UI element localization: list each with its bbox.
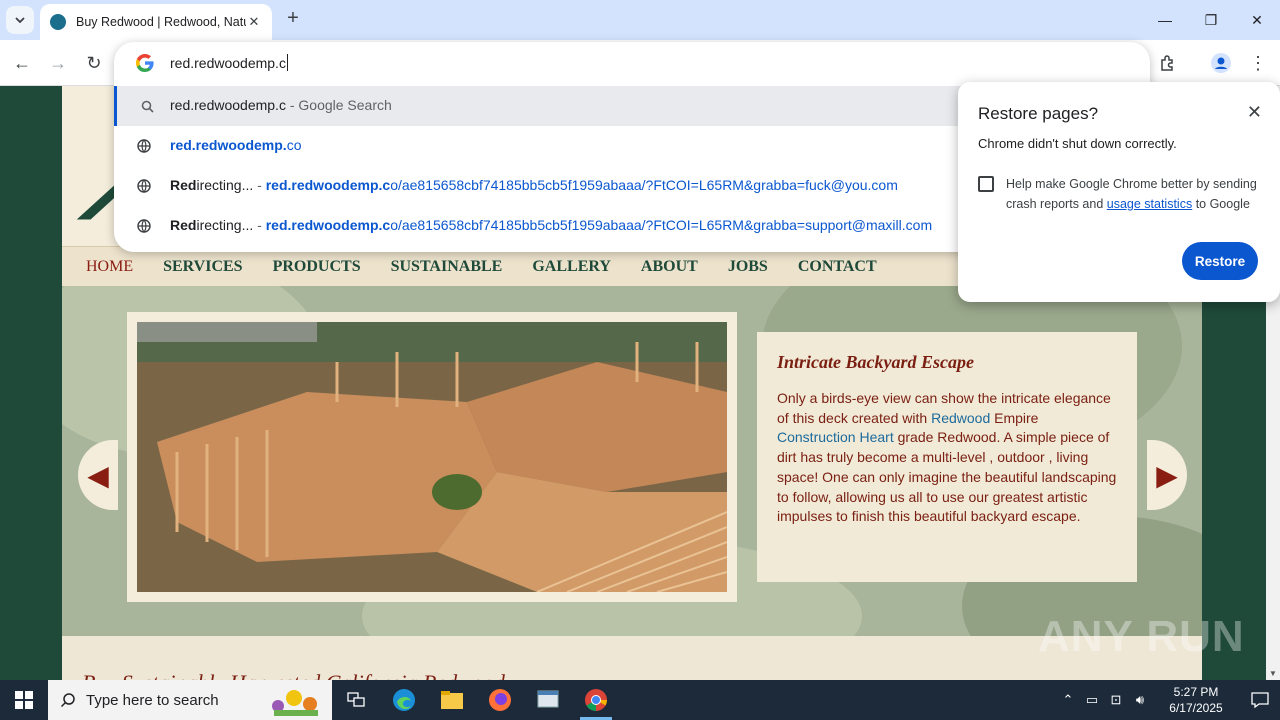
section-heading: Buy Sustainably Harvested California Red… xyxy=(82,670,505,680)
notification-icon[interactable] xyxy=(1240,680,1280,720)
suggestion-text: red.redwoodemp.c xyxy=(170,97,286,113)
tab-strip: Buy Redwood | Redwood, Natu ✕ + — ❐ ✕ xyxy=(0,0,1280,40)
volume-icon[interactable]: 🔊︎ xyxy=(1128,680,1152,720)
slide-title: Intricate Backyard Escape xyxy=(777,352,974,372)
slide-photo-frame xyxy=(127,312,737,602)
content-section: Buy Sustainably Harvested California Red… xyxy=(62,636,1202,680)
close-tab-icon[interactable]: ✕ xyxy=(246,14,262,30)
anyrun-watermark: ANY RUN xyxy=(1038,612,1245,661)
dialog-subtitle: Chrome didn't shut down correctly. xyxy=(978,136,1177,151)
suggestion-title-bold: Red xyxy=(170,217,197,233)
windows-taskbar: Type here to search ⌃ ▭ ⊡ 🔊︎ 5:27 PM 6/1… xyxy=(0,680,1280,720)
minimize-button[interactable]: — xyxy=(1142,0,1188,40)
extensions-icon[interactable] xyxy=(1154,49,1182,77)
network-icon[interactable]: ⊡ xyxy=(1104,680,1128,720)
suggestion-separator: - xyxy=(253,217,266,233)
flowers-decoration-icon xyxy=(272,690,318,716)
suggestion-url-bold: red.redwoodemp.c xyxy=(265,217,391,233)
suggestion-title: irecting... xyxy=(196,177,254,193)
slide-description: Only a birds-eye view can show the intri… xyxy=(777,389,1117,527)
restore-button[interactable]: Restore xyxy=(1182,242,1258,280)
crash-report-checkbox[interactable] xyxy=(978,176,994,192)
checkbox-label-text-end: to Google xyxy=(1192,197,1250,211)
suggestion-title-bold: Red xyxy=(170,177,197,193)
reload-button[interactable]: ↻ xyxy=(80,49,108,77)
taskbar-search[interactable]: Type here to search xyxy=(48,680,332,720)
nav-sustainable[interactable]: SUSTAINABLE xyxy=(391,258,503,276)
chevron-down-icon xyxy=(15,17,25,24)
forward-button[interactable]: → xyxy=(44,49,72,77)
nav-home[interactable]: HOME xyxy=(86,258,133,276)
restore-pages-dialog: Restore pages? ✕ Chrome didn't shut down… xyxy=(958,82,1280,302)
nav-jobs[interactable]: JOBS xyxy=(728,258,768,276)
search-icon xyxy=(60,693,75,708)
suggestion-url-bold: red.redwoodemp. xyxy=(170,137,287,153)
back-button[interactable]: ← xyxy=(8,49,36,77)
site-favicon-icon xyxy=(50,14,66,30)
address-bar-input[interactable]: red.redwoodemp.c xyxy=(170,54,288,71)
globe-icon xyxy=(136,178,152,194)
menu-kebab-icon[interactable]: ⋮ xyxy=(1244,49,1272,77)
suggestion-suffix: - Google Search xyxy=(285,97,392,113)
globe-icon xyxy=(136,138,152,154)
device-icon[interactable]: ▭ xyxy=(1080,680,1104,720)
checkbox-label: Help make Google Chrome better by sendin… xyxy=(1006,174,1266,214)
file-explorer-icon[interactable] xyxy=(428,680,476,720)
slider-next-button[interactable]: ▶ xyxy=(1147,440,1187,510)
suggestion-separator: - xyxy=(253,177,266,193)
dialog-title: Restore pages? xyxy=(978,104,1099,123)
nav-services[interactable]: SERVICES xyxy=(163,258,242,276)
slide-text: Empire xyxy=(990,409,1039,426)
scroll-down-arrow-icon[interactable]: ▼ xyxy=(1269,669,1277,678)
clock[interactable]: 5:27 PM 6/17/2025 xyxy=(1152,684,1240,716)
usage-statistics-link[interactable]: usage statistics xyxy=(1107,197,1192,211)
suggestion-url-bold: red.redwoodemp.c xyxy=(265,177,391,193)
search-placeholder: Type here to search xyxy=(86,691,219,709)
profile-avatar-icon[interactable] xyxy=(1207,49,1235,77)
nav-about[interactable]: ABOUT xyxy=(641,258,698,276)
chrome-icon[interactable] xyxy=(572,680,620,720)
redwood-link[interactable]: Redwood xyxy=(931,410,990,426)
suggestion-url-rest: o/ae815658cbf74185bb5cb5f1959abaaa/?FtCO… xyxy=(390,177,898,193)
windows-logo-icon xyxy=(15,691,33,709)
hero-slider: ◀ Intricate Backyard Escape Only a birds… xyxy=(62,286,1202,636)
close-window-button[interactable]: ✕ xyxy=(1234,0,1280,40)
search-icon xyxy=(139,98,155,114)
suggestion-url-rest: co xyxy=(286,137,302,153)
restore-window-button[interactable]: ❐ xyxy=(1188,0,1234,40)
slider-prev-button[interactable]: ◀ xyxy=(78,440,118,510)
google-g-icon xyxy=(136,54,154,72)
deck-photo xyxy=(137,322,727,592)
start-button[interactable] xyxy=(0,680,48,720)
suggestion-title: irecting... xyxy=(196,217,254,233)
edge-icon[interactable] xyxy=(380,680,428,720)
system-tray: ⌃ ▭ ⊡ 🔊︎ 5:27 PM 6/17/2025 xyxy=(1056,680,1280,720)
task-view-icon[interactable] xyxy=(332,680,380,720)
slide-caption: Intricate Backyard Escape Only a birds-e… xyxy=(757,332,1137,582)
app-window-icon[interactable] xyxy=(524,680,572,720)
close-icon[interactable]: ✕ xyxy=(1247,102,1262,123)
chevron-up-icon[interactable]: ⌃ xyxy=(1056,680,1080,720)
tab-search-button[interactable] xyxy=(6,6,34,34)
construction-heart-link[interactable]: Construction Heart xyxy=(777,429,894,445)
browser-tab[interactable]: Buy Redwood | Redwood, Natu ✕ xyxy=(40,4,272,40)
suggestion-url-rest: o/ae815658cbf74185bb5cb5f1959abaaa/?FtCO… xyxy=(390,217,933,233)
nav-gallery[interactable]: GALLERY xyxy=(532,258,611,276)
tab-title: Buy Redwood | Redwood, Natu xyxy=(76,15,246,29)
firefox-icon[interactable] xyxy=(476,680,524,720)
clock-date: 6/17/2025 xyxy=(1169,701,1223,715)
nav-products[interactable]: PRODUCTS xyxy=(273,258,361,276)
globe-icon xyxy=(136,218,152,234)
nav-contact[interactable]: CONTACT xyxy=(798,258,877,276)
clock-time: 5:27 PM xyxy=(1173,685,1219,699)
new-tab-button[interactable]: + xyxy=(282,8,304,30)
